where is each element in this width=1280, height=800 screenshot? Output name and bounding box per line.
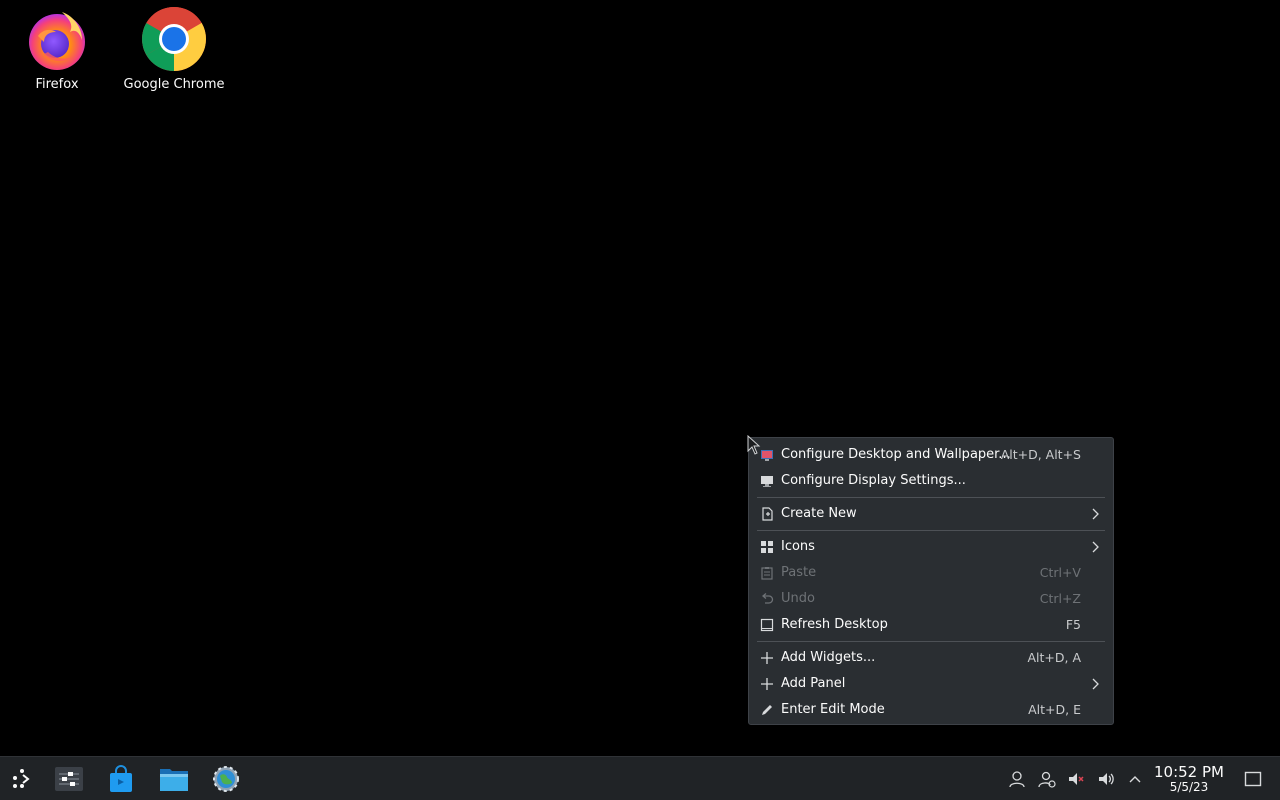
digital-clock[interactable]: 10:52 PM 5/5/23 xyxy=(1148,764,1230,794)
system-settings-icon xyxy=(213,766,239,792)
chevron-right-icon xyxy=(1092,508,1099,520)
menu-item-add-widgets[interactable]: Add Widgets... Alt+D, A xyxy=(749,645,1113,671)
volume-icon xyxy=(1099,773,1114,785)
plus-icon xyxy=(760,677,774,691)
display-icon xyxy=(760,474,774,488)
taskbar-system-monitor[interactable] xyxy=(53,763,85,795)
menu-separator xyxy=(757,497,1105,498)
network-muted-icon xyxy=(1069,773,1084,785)
chevron-right-icon xyxy=(1092,678,1099,690)
menu-separator xyxy=(757,530,1105,531)
menu-item-configure-display[interactable]: Configure Display Settings... xyxy=(749,468,1113,494)
user-icon xyxy=(1009,771,1025,788)
show-desktop-button[interactable] xyxy=(1243,769,1263,789)
menu-item-paste[interactable]: Paste Ctrl+V xyxy=(749,560,1113,586)
file-manager-icon xyxy=(160,769,188,791)
menu-item-enter-edit-mode[interactable]: Enter Edit Mode Alt+D, E xyxy=(749,697,1113,723)
taskbar-file-manager[interactable] xyxy=(158,763,190,795)
show-desktop-icon xyxy=(1244,771,1262,787)
desktop-shortcut-label: Firefox xyxy=(35,77,79,92)
desktop-shortcut-label: Google Chrome xyxy=(123,77,225,92)
user-switch-icon xyxy=(1038,771,1056,788)
expand-tray-icon xyxy=(1129,776,1141,783)
clock-time: 10:52 PM xyxy=(1154,763,1224,781)
clock-date: 5/5/23 xyxy=(1169,780,1209,794)
chevron-right-icon xyxy=(1092,541,1099,553)
plus-icon xyxy=(760,651,774,665)
desktop-context-menu: Configure Desktop and Wallpaper... Alt+D… xyxy=(748,437,1114,725)
taskbar: 10:52 PM 5/5/23 xyxy=(0,756,1280,800)
application-launcher-icon xyxy=(13,769,30,788)
chrome-icon xyxy=(142,7,206,71)
menu-separator xyxy=(757,641,1105,642)
pencil-icon xyxy=(760,703,774,717)
refresh-desktop-icon xyxy=(760,618,774,632)
mouse-cursor-icon xyxy=(747,435,761,455)
grid-icon xyxy=(760,540,774,554)
menu-item-undo[interactable]: Undo Ctrl+Z xyxy=(749,586,1113,612)
tray-expand[interactable] xyxy=(1125,769,1145,789)
tray-user[interactable] xyxy=(1007,769,1027,789)
tray-network[interactable] xyxy=(1066,769,1086,789)
desktop-shortcut-google-chrome[interactable]: Google Chrome xyxy=(119,6,229,92)
tray-volume[interactable] xyxy=(1096,769,1116,789)
discover-store-icon xyxy=(110,765,132,792)
new-document-icon xyxy=(760,507,774,521)
menu-item-icons[interactable]: Icons xyxy=(749,534,1113,560)
menu-item-configure-desktop[interactable]: Configure Desktop and Wallpaper... Alt+D… xyxy=(749,442,1113,468)
desktop-wallpaper-icon xyxy=(760,448,774,462)
taskbar-system-settings[interactable] xyxy=(210,763,242,795)
menu-item-refresh-desktop[interactable]: Refresh Desktop F5 xyxy=(749,612,1113,638)
taskbar-discover[interactable] xyxy=(105,763,137,795)
menu-item-add-panel[interactable]: Add Panel xyxy=(749,671,1113,697)
desktop-shortcut-firefox[interactable]: Firefox xyxy=(2,6,112,92)
application-launcher-button[interactable] xyxy=(6,763,38,795)
tray-user-switch[interactable] xyxy=(1037,769,1057,789)
clipboard-icon xyxy=(760,566,774,580)
menu-item-create-new[interactable]: Create New xyxy=(749,501,1113,527)
system-monitor-icon xyxy=(55,767,83,791)
undo-icon xyxy=(760,592,774,606)
firefox-icon xyxy=(29,12,85,70)
